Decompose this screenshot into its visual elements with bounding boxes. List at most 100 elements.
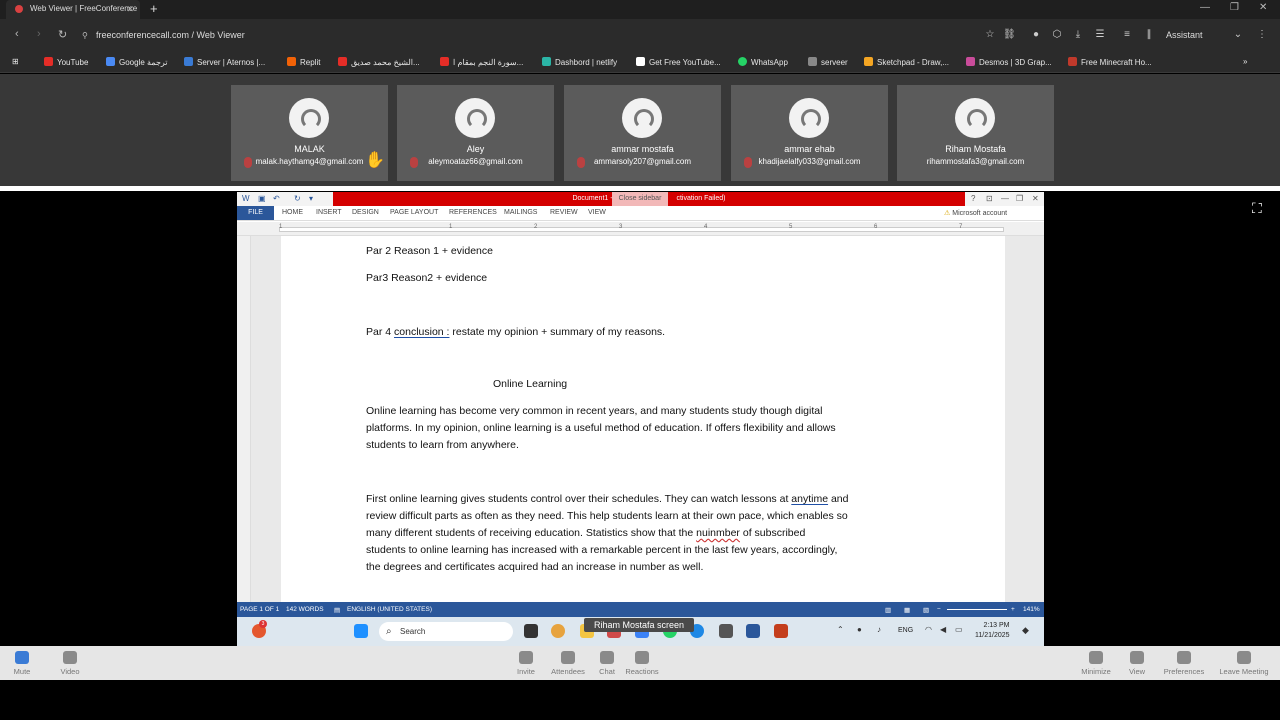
- horizontal-ruler: 1 1 2 3 4 5 6 7: [237, 222, 1044, 236]
- tab-home[interactable]: HOME: [282, 209, 303, 216]
- zoom-level[interactable]: 141%: [1023, 606, 1040, 613]
- zoom-in-icon[interactable]: +: [1011, 606, 1015, 613]
- forward-icon[interactable]: ›: [37, 28, 41, 40]
- language-indicator[interactable]: ENG: [898, 627, 913, 634]
- tab-file[interactable]: FILE: [237, 206, 274, 220]
- more-icon[interactable]: ⋮: [1256, 29, 1268, 41]
- volume-icon[interactable]: ◀: [940, 625, 946, 634]
- youtube-icon: [44, 57, 53, 66]
- paragraph-line: review difficult parts as often as they …: [366, 510, 848, 522]
- powerpoint-icon[interactable]: [774, 624, 788, 638]
- zoom-out-icon[interactable]: −: [937, 606, 941, 613]
- download-icon[interactable]: ⤓: [1072, 29, 1084, 41]
- undo-icon[interactable]: ↶: [273, 194, 280, 203]
- page-count[interactable]: PAGE 1 OF 1: [240, 606, 279, 613]
- back-icon[interactable]: ‹: [15, 28, 19, 40]
- video-button[interactable]: Video: [40, 651, 100, 676]
- battery-icon[interactable]: ▭: [955, 625, 963, 634]
- document-page[interactable]: Par 2 Reason 1 + evidence Par3 Reason2 +…: [281, 236, 1005, 602]
- quick-access-icon[interactable]: ▾: [309, 194, 313, 203]
- zoom-slider[interactable]: [947, 609, 1007, 610]
- print-layout-icon[interactable]: ▦: [904, 606, 910, 614]
- ruler-number: 3: [619, 224, 623, 230]
- browser-tab[interactable]: Web Viewer | FreeConference ✕: [6, 0, 140, 19]
- app-icon[interactable]: [719, 624, 733, 638]
- new-tab-button[interactable]: +: [150, 1, 158, 16]
- chrome-icon[interactable]: [551, 624, 565, 638]
- more-bookmarks-icon[interactable]: »: [1243, 57, 1247, 66]
- close-icon[interactable]: ✕: [1032, 194, 1039, 203]
- assistant-button[interactable]: Assistant: [1166, 30, 1203, 40]
- bookmark-youtube[interactable]: YouTube: [44, 57, 88, 67]
- close-tab-icon[interactable]: ✕: [126, 0, 134, 18]
- fullscreen-icon[interactable]: ⛶: [1252, 200, 1262, 217]
- web-layout-icon[interactable]: ▧: [923, 606, 929, 614]
- reload-icon[interactable]: ↻: [58, 28, 67, 41]
- minimize-window-icon[interactable]: —: [1200, 2, 1210, 13]
- audio-icon[interactable]: ∥: [1143, 29, 1155, 41]
- preferences-button[interactable]: Preferences: [1154, 651, 1214, 676]
- clock[interactable]: 2:13 PM 11/21/2025: [975, 621, 1010, 641]
- minimize-icon[interactable]: —: [1001, 194, 1009, 203]
- restore-window-icon[interactable]: ❐: [1230, 2, 1239, 13]
- language[interactable]: ENGLISH (UNITED STATES): [347, 606, 432, 613]
- participant-tile[interactable]: ammar ehab khadijaelalfy033@gmail.com: [731, 85, 888, 181]
- participant-tile[interactable]: Aley aleymoataz66@gmail.com: [397, 85, 554, 181]
- site-info-icon[interactable]: ⚲: [82, 31, 88, 40]
- taskbar-search[interactable]: Search: [379, 622, 513, 641]
- bookmark-free-youtube[interactable]: Get Free YouTube...: [636, 57, 721, 67]
- chevron-up-icon[interactable]: ⌃: [837, 625, 844, 634]
- puzzle-icon[interactable]: ⬡: [1051, 29, 1063, 41]
- read-mode-icon[interactable]: ▥: [885, 606, 891, 614]
- app-tray-icon[interactable]: ●: [857, 625, 862, 634]
- tab-review[interactable]: REVIEW: [550, 209, 578, 216]
- bookmark-replit[interactable]: Replit: [287, 57, 320, 67]
- tab-references[interactable]: REFERENCES: [449, 209, 497, 216]
- close-sidebar-button[interactable]: Close sidebar: [612, 192, 668, 206]
- chevron-down-icon[interactable]: ⌄: [1232, 29, 1244, 41]
- bookmark-netlify[interactable]: Dashbord | netlify: [542, 57, 617, 67]
- tab-design[interactable]: DESIGN: [352, 209, 379, 216]
- task-view-icon[interactable]: [524, 624, 538, 638]
- bookmark-sketchpad[interactable]: Sketchpad - Draw,...: [864, 57, 949, 67]
- reactions-button[interactable]: Reactions: [612, 651, 672, 676]
- bookmark-desmos[interactable]: Desmos | 3D Grap...: [966, 57, 1052, 67]
- word-count[interactable]: 142 WORDS: [286, 606, 324, 613]
- restore-icon[interactable]: ❐: [1016, 194, 1023, 203]
- word-logo-icon: W: [242, 194, 250, 203]
- link-icon[interactable]: ⛓: [1003, 29, 1016, 41]
- ribbon-options-icon[interactable]: ⊡: [986, 194, 993, 203]
- bookmark-minecraft[interactable]: Free Minecraft Ho...: [1068, 57, 1152, 67]
- bookmark-aternos[interactable]: Server | Aternos |...: [184, 57, 265, 67]
- microphone-icon[interactable]: ♪: [877, 625, 881, 634]
- extension-icon[interactable]: ●: [1030, 29, 1042, 41]
- menu-icon[interactable]: ≡: [1121, 29, 1133, 41]
- help-icon[interactable]: ?: [971, 194, 975, 203]
- participant-tile[interactable]: ammar mostafa ammarsoly207@gmail.com: [564, 85, 721, 181]
- tab-view[interactable]: VIEW: [588, 209, 606, 216]
- word-icon[interactable]: [746, 624, 760, 638]
- bookmark-surah[interactable]: سورة النجم بمقام ا...: [440, 57, 523, 67]
- bookmark-serveer[interactable]: serveer: [808, 57, 848, 67]
- save-icon[interactable]: ▣: [258, 194, 266, 203]
- history-icon[interactable]: ☰: [1094, 29, 1106, 41]
- leave-meeting-button[interactable]: Leave Meeting: [1214, 651, 1274, 676]
- star-icon[interactable]: ☆: [984, 29, 996, 41]
- tab-page-layout[interactable]: PAGE LAYOUT: [390, 209, 438, 216]
- bookmark-google-translate[interactable]: Google ترجمة: [106, 57, 168, 67]
- microsoft-account[interactable]: ⚠ Microsoft account: [944, 209, 1007, 217]
- windows-start-icon[interactable]: [354, 624, 368, 638]
- notifications-icon[interactable]: ◆: [1022, 625, 1029, 636]
- bookmark-whatsapp[interactable]: WhatsApp: [738, 57, 788, 67]
- redo-icon[interactable]: ↻: [294, 194, 301, 203]
- wifi-icon[interactable]: ◠: [925, 625, 932, 634]
- close-window-icon[interactable]: ✕: [1259, 2, 1267, 13]
- bookmark-sheikh[interactable]: الشيخ محمد صديق...: [338, 57, 420, 67]
- proofing-icon[interactable]: ▤: [334, 606, 340, 614]
- participant-tile[interactable]: Riham Mostafa rihammostafa3@gmail.com: [897, 85, 1054, 181]
- screen-share-owner-label: Riham Mostafa screen: [584, 618, 694, 632]
- apps-icon[interactable]: ⊞: [12, 57, 19, 66]
- url-field[interactable]: freeconferencecall.com / Web Viewer: [96, 30, 245, 40]
- tab-insert[interactable]: INSERT: [316, 209, 342, 216]
- tab-mailings[interactable]: MAILINGS: [504, 209, 537, 216]
